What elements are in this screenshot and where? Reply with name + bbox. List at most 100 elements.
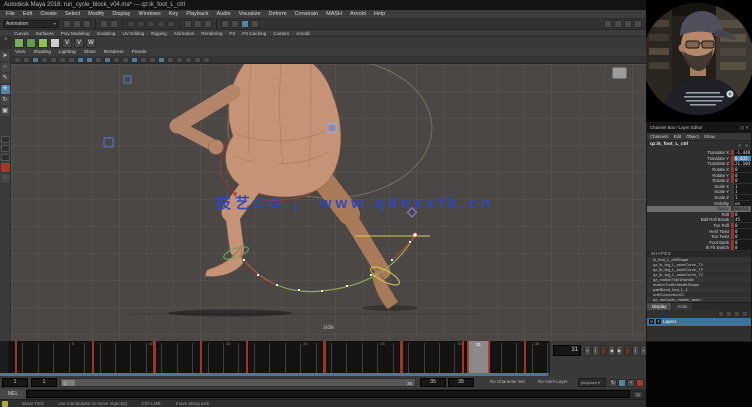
channel-value-field[interactable]: 0 xyxy=(734,234,751,239)
open-scene-icon[interactable] xyxy=(73,20,81,28)
open-render-view-icon[interactable] xyxy=(221,20,229,28)
channel-box-menu-show[interactable]: Show xyxy=(704,134,715,139)
move-tool-icon[interactable]: ✛ xyxy=(1,85,10,94)
shelf-item-sweater[interactable] xyxy=(14,38,24,48)
channel-value-field[interactable]: on xyxy=(734,201,751,206)
shelf-tab-sculpting[interactable]: Sculpting xyxy=(97,31,116,36)
keyframe-tick[interactable] xyxy=(323,341,326,373)
channel-value-field[interactable]: 1 xyxy=(734,195,751,200)
gate-mask-icon[interactable] xyxy=(194,57,201,63)
layer-row-layer1[interactable]: VTLayer1 xyxy=(647,318,751,326)
menu-display[interactable]: Display xyxy=(112,11,130,17)
menu-playback[interactable]: Playback xyxy=(186,11,208,17)
range-slider-track[interactable]: 1 35 xyxy=(60,378,416,387)
command-line-language-toggle[interactable]: MEL xyxy=(0,389,26,399)
layer-tab-anim[interactable]: Anim xyxy=(672,303,692,310)
channel-value-field[interactable]: 0 xyxy=(734,178,751,183)
make-live-icon[interactable] xyxy=(167,20,175,28)
control-cube-2[interactable] xyxy=(124,76,131,83)
attribute-editor-icon[interactable] xyxy=(614,20,622,28)
channel-value-field[interactable]: 0 xyxy=(734,167,751,172)
frame-cell[interactable] xyxy=(209,343,224,373)
channel-value-field[interactable]: 0 xyxy=(734,240,751,245)
keyframe-tick[interactable] xyxy=(153,341,156,373)
tool-settings-icon[interactable] xyxy=(624,20,632,28)
shadows-icon[interactable] xyxy=(113,57,120,63)
panel-menu-renderer[interactable]: Renderer xyxy=(104,50,124,55)
frame-cell[interactable] xyxy=(162,343,177,373)
character-set-menu[interactable]: No Character Set xyxy=(490,379,525,384)
lock-camera-icon[interactable] xyxy=(23,57,30,63)
script-editor-icon[interactable]: ▤ xyxy=(633,391,643,398)
auto-keyframe-toggle[interactable] xyxy=(636,379,644,387)
channel-value-field[interactable]: -1.448 xyxy=(734,150,751,155)
playback-end-field[interactable]: 35 xyxy=(420,378,446,387)
frame-cell[interactable] xyxy=(409,343,424,373)
scale-tool-icon[interactable]: ▣ xyxy=(1,107,10,116)
shelf-item-shirt[interactable] xyxy=(50,38,60,48)
menu-edit[interactable]: Edit xyxy=(23,11,32,17)
frame-cell[interactable] xyxy=(332,343,347,373)
channel-value-field[interactable]: 0 xyxy=(734,229,751,234)
zoom-tool-icon[interactable]: ◌ xyxy=(1,174,10,183)
frame-cell[interactable] xyxy=(363,343,378,373)
keyframe-tick[interactable] xyxy=(200,341,203,373)
isolate-icon[interactable] xyxy=(158,57,165,63)
save-scene-icon[interactable] xyxy=(83,20,91,28)
frame-cell[interactable] xyxy=(502,343,517,373)
trail-current-point[interactable] xyxy=(413,233,417,237)
channel-value-field[interactable]: 0 xyxy=(734,223,751,228)
menu-file[interactable]: File xyxy=(6,11,15,17)
wireframe-icon[interactable] xyxy=(77,57,84,63)
snap-to-points-icon[interactable] xyxy=(147,20,155,28)
paint-select-tool-icon[interactable]: ✎ xyxy=(1,74,10,83)
quick-render-icon[interactable] xyxy=(231,20,239,28)
menu-help[interactable]: Help xyxy=(374,11,385,17)
panel-menu-view[interactable]: View xyxy=(15,50,25,55)
x-ray-icon[interactable] xyxy=(167,57,174,63)
menu-create[interactable]: Create xyxy=(40,11,57,17)
shelf-tab-fx[interactable]: FX xyxy=(229,31,235,36)
channel-value-field[interactable]: World xyxy=(734,206,751,211)
sequence-time-icon[interactable] xyxy=(149,57,156,63)
channel-value-field[interactable]: 0 xyxy=(734,212,751,217)
undo-icon[interactable] xyxy=(100,20,108,28)
menu-key[interactable]: Key xyxy=(169,11,178,17)
anim-snapshot-icon[interactable] xyxy=(618,379,626,387)
frame-cell[interactable] xyxy=(101,343,116,373)
image-plane-icon[interactable] xyxy=(50,57,57,63)
camera-attributes-icon[interactable] xyxy=(32,57,39,63)
panel-menu-lighting[interactable]: Lighting xyxy=(59,50,76,55)
keyframe-tick[interactable] xyxy=(15,341,18,373)
ipr-render-icon[interactable] xyxy=(241,20,249,28)
frame-cell[interactable] xyxy=(131,343,146,373)
output-connections-icon[interactable] xyxy=(194,20,202,28)
keyframe-tick[interactable] xyxy=(524,341,527,373)
frame-cell[interactable] xyxy=(178,343,193,373)
control-cube-selected[interactable] xyxy=(328,124,336,132)
play-backwards-button[interactable]: ◀ xyxy=(608,345,615,356)
shelf-tab-custom[interactable]: Custom xyxy=(273,31,289,36)
layout-persp-outliner-icon[interactable] xyxy=(1,154,10,161)
input-connections-icon[interactable] xyxy=(184,20,192,28)
menu-constrain[interactable]: Constrain xyxy=(295,11,319,17)
channel-value-field[interactable]: 45 xyxy=(734,217,751,222)
shelf-tab-poly-modeling[interactable]: Poly Modeling xyxy=(61,31,90,36)
default-material-icon[interactable] xyxy=(185,57,192,63)
menu-deform[interactable]: Deform xyxy=(269,11,287,17)
panel-menu-panels[interactable]: Panels xyxy=(132,50,147,55)
shelf-item-pants-b[interactable] xyxy=(38,38,48,48)
channel-value-field[interactable]: 1 xyxy=(734,184,751,189)
panel-menu-show[interactable]: Show xyxy=(84,50,96,55)
shelf-tab-animation[interactable]: Animation xyxy=(174,31,194,36)
shelf-item-pants-a[interactable] xyxy=(26,38,36,48)
channel-value-field[interactable]: 0 xyxy=(734,173,751,178)
frame-cell[interactable] xyxy=(39,343,54,373)
keyframe-tick[interactable] xyxy=(92,341,95,373)
move-layer-down-icon[interactable] xyxy=(726,311,732,317)
channel-box-menu-edit[interactable]: Edit xyxy=(674,134,682,139)
use-all-lights-icon[interactable] xyxy=(104,57,111,63)
playback-start-field[interactable]: 1 xyxy=(31,378,57,387)
channel-value-field[interactable]: 21.104 xyxy=(734,161,751,166)
smooth-shade-all-icon[interactable] xyxy=(86,57,93,63)
